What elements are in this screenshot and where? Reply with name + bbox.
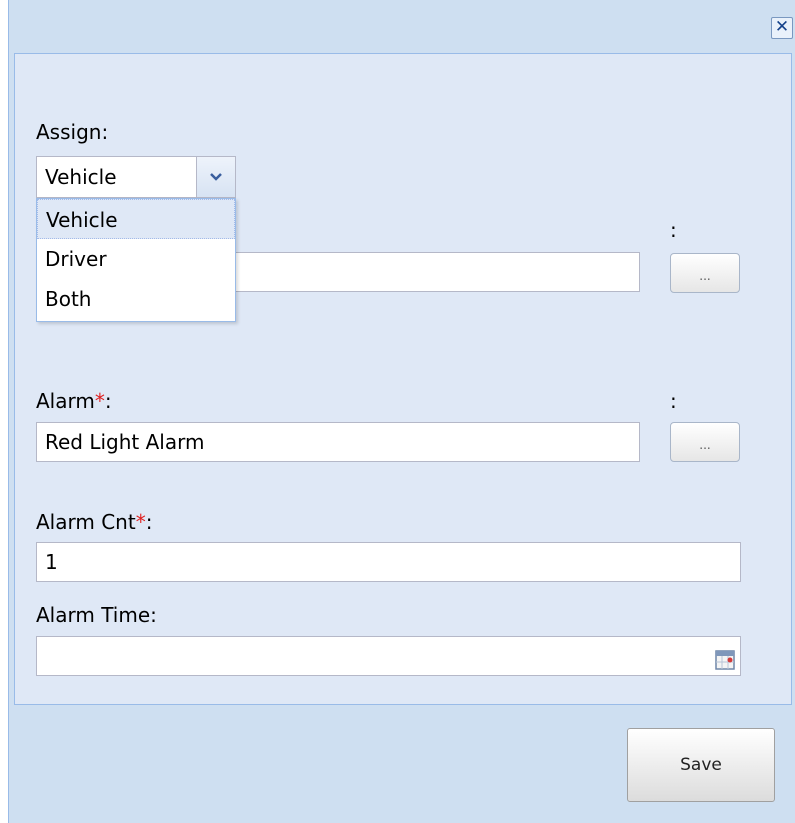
alarm-time-label: Alarm Time: xyxy=(36,603,157,627)
target-browse-button[interactable]: ... xyxy=(670,253,740,293)
alarm-label-text: Alarm xyxy=(36,389,95,413)
chevron-down-icon xyxy=(210,173,222,181)
close-button[interactable]: ✕ xyxy=(771,17,793,39)
alarm-label: Alarm*: xyxy=(36,389,112,413)
close-icon: ✕ xyxy=(774,17,790,37)
assign-dropdown-list: Vehicle Driver Both xyxy=(36,198,236,322)
save-button[interactable]: Save xyxy=(627,728,775,802)
alarm-field[interactable]: Red Light Alarm xyxy=(36,422,640,462)
assign-select-value: Vehicle xyxy=(45,165,117,189)
alarm-browse-button[interactable]: ... xyxy=(670,422,740,462)
assign-select[interactable]: Vehicle xyxy=(36,156,236,198)
alarm-label-colon: : xyxy=(104,389,112,413)
alarm-cnt-label: Alarm Cnt*: xyxy=(36,510,152,534)
alarm-cnt-required-marker: * xyxy=(135,510,146,534)
calendar-icon xyxy=(715,650,735,670)
alarm-cnt-field[interactable]: 1 xyxy=(36,542,741,582)
date-picker-button[interactable] xyxy=(714,645,736,670)
alarm-cnt-label-text: Alarm Cnt xyxy=(36,510,136,534)
alarm-required-marker: * xyxy=(94,389,105,413)
assign-label: Assign: xyxy=(36,120,109,144)
alarm-cnt-label-colon: : xyxy=(145,510,153,534)
dropdown-option-both[interactable]: Both xyxy=(37,279,235,319)
alarm-time-field[interactable] xyxy=(36,636,741,676)
dropdown-option-driver[interactable]: Driver xyxy=(37,239,235,279)
alarm-colon: : xyxy=(670,389,677,413)
target-colon: : xyxy=(670,218,677,242)
dropdown-option-vehicle[interactable]: Vehicle xyxy=(37,199,235,239)
assign-dropdown-trigger[interactable] xyxy=(196,157,235,197)
